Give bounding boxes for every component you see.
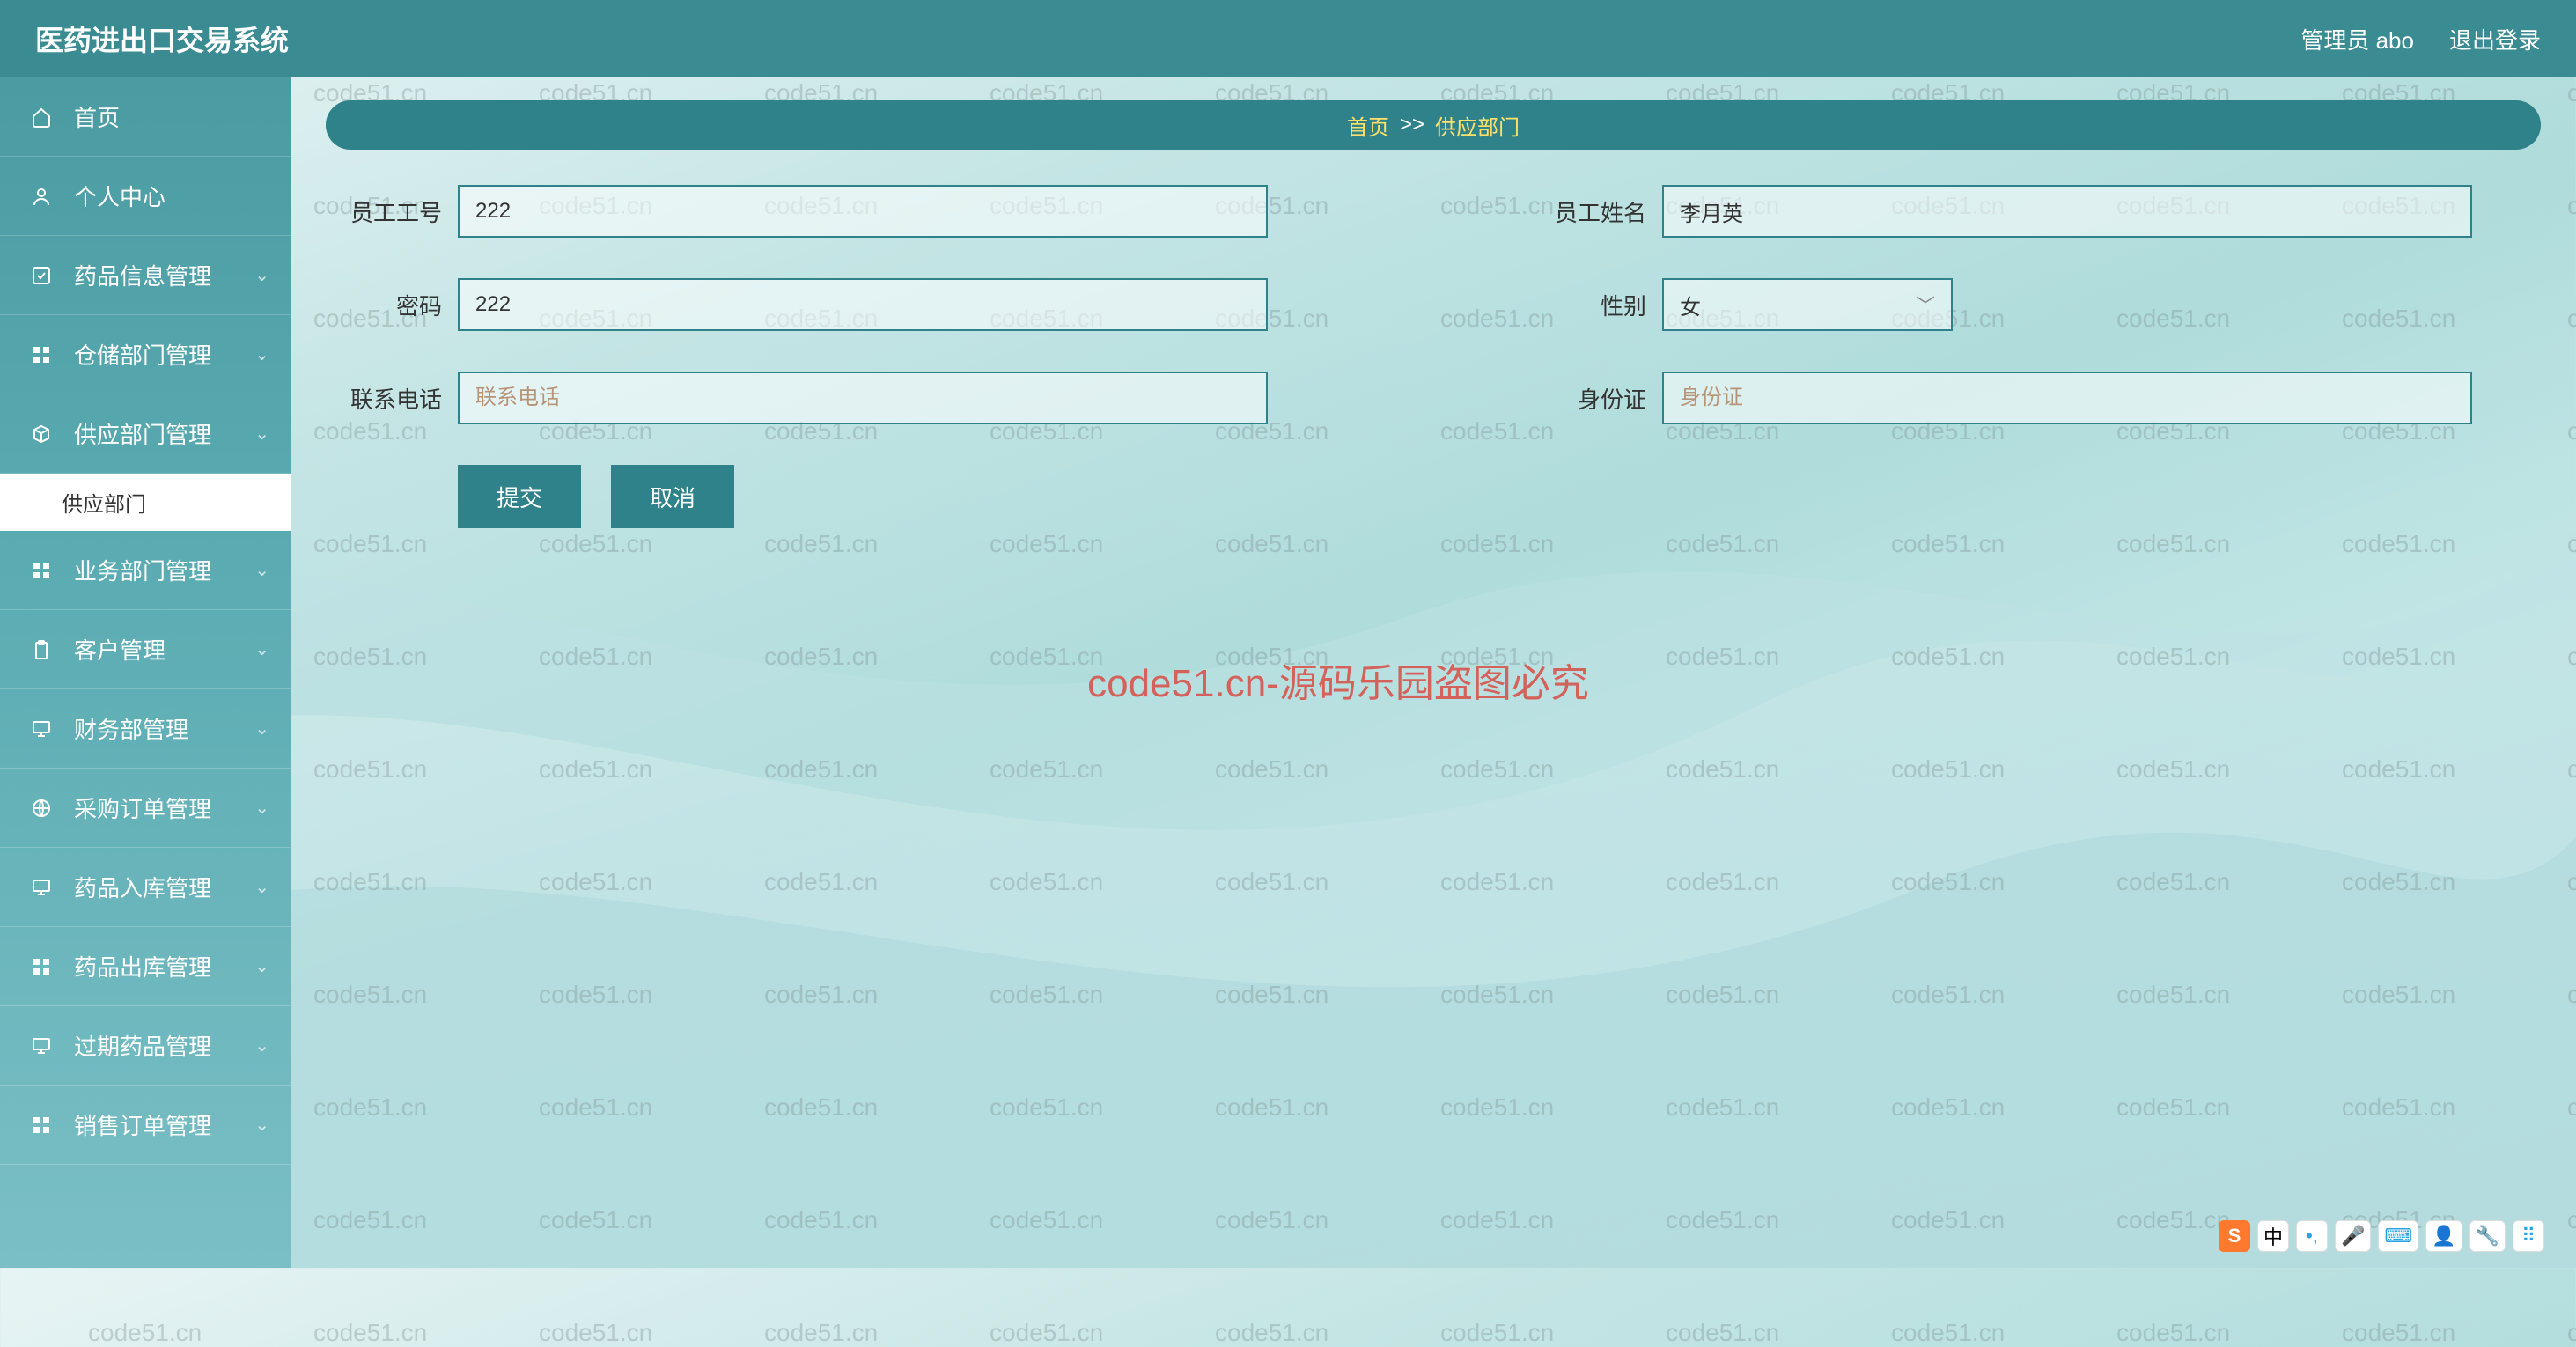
- sidebar-item-11[interactable]: 过期药品管理 ⌄: [0, 1006, 291, 1086]
- breadcrumb: 首页 >> 供应部门: [326, 100, 2541, 150]
- chevron-down-icon: ⌄: [254, 264, 269, 286]
- watermark-text: code51.cn: [1440, 1319, 1554, 1347]
- select-gender[interactable]: 女 ﹀: [1662, 278, 1953, 331]
- monitor-icon: [28, 1033, 55, 1059]
- sidebar-item-3[interactable]: 仓储部门管理 ⌄: [0, 315, 291, 394]
- chevron-down-icon: ⌄: [254, 559, 269, 581]
- chevron-down-icon: ⌄: [254, 955, 269, 977]
- sidebar-item-label: 首页: [74, 100, 120, 133]
- chevron-down-icon: ⌄: [254, 638, 269, 660]
- select-gender-value: 女: [1680, 290, 1701, 320]
- sidebar-item-9[interactable]: 药品入库管理 ⌄: [0, 848, 291, 927]
- sidebar-item-label: 客户管理: [74, 633, 166, 666]
- watermark-text: code51.cn: [539, 1319, 652, 1347]
- ime-menu-icon[interactable]: ⠿: [2513, 1220, 2544, 1252]
- input-phone[interactable]: [458, 372, 1268, 424]
- sidebar-item-label: 采购订单管理: [74, 791, 211, 824]
- watermark-text: code51.cn: [313, 1319, 427, 1347]
- sidebar: 首页个人中心药品信息管理⌄仓储部门管理⌄供应部门管理⌄供应部门业务部门管理⌄客户…: [0, 77, 291, 1268]
- label-employee-id: 员工工号: [326, 195, 458, 228]
- globe-icon: [28, 795, 55, 821]
- sidebar-item-1[interactable]: 个人中心: [0, 157, 291, 236]
- chevron-down-icon: ﹀: [1916, 291, 1935, 319]
- clipboard-icon: [28, 637, 55, 663]
- watermark-text: code51.cn: [2116, 1319, 2230, 1347]
- chevron-down-icon: ⌄: [254, 1114, 269, 1136]
- sidebar-item-label: 销售订单管理: [74, 1108, 211, 1141]
- chevron-down-icon: ⌄: [254, 423, 269, 445]
- box-icon: [28, 421, 55, 447]
- chevron-down-icon: ⌄: [254, 1034, 269, 1056]
- sidebar-item-label: 个人中心: [74, 180, 166, 212]
- header: 医药进出口交易系统 管理员 abo 退出登录: [0, 0, 2576, 77]
- sidebar-item-0[interactable]: 首页: [0, 77, 291, 157]
- logout-link[interactable]: 退出登录: [2449, 23, 2541, 55]
- watermark-text: code51.cn: [764, 1319, 878, 1347]
- breadcrumb-current: 供应部门: [1435, 110, 1520, 141]
- watermark-text: code51.cn: [1891, 1319, 2005, 1347]
- sidebar-item-7[interactable]: 财务部管理 ⌄: [0, 689, 291, 769]
- sidebar-item-12[interactable]: 销售订单管理 ⌄: [0, 1086, 291, 1165]
- sidebar-item-4[interactable]: 供应部门管理 ⌄: [0, 394, 291, 474]
- user-icon: [28, 183, 55, 210]
- input-password[interactable]: [458, 278, 1268, 331]
- sidebar-item-8[interactable]: 采购订单管理 ⌄: [0, 769, 291, 848]
- ime-user-icon[interactable]: 👤: [2425, 1220, 2462, 1252]
- watermark-text: code51.cn: [2342, 1319, 2455, 1347]
- home-icon: [28, 104, 55, 130]
- input-employee-name[interactable]: [1662, 185, 2472, 238]
- chevron-down-icon: ⌄: [254, 876, 269, 898]
- label-password: 密码: [326, 289, 458, 321]
- grid-icon: [28, 1112, 55, 1138]
- submit-button[interactable]: 提交: [458, 465, 581, 528]
- ime-keyboard-icon[interactable]: ⌨: [2378, 1220, 2418, 1252]
- sidebar-item-label: 过期药品管理: [74, 1029, 211, 1062]
- sidebar-item-label: 供应部门管理: [74, 417, 211, 450]
- ime-punct-icon[interactable]: •,: [2296, 1220, 2328, 1252]
- main-content: 首页 >> 供应部门 员工工号 员工姓名 密码 性别 女 ﹀ 联系电话 身份: [291, 77, 2576, 1268]
- sidebar-item-label: 仓储部门管理: [74, 338, 211, 371]
- check-icon: [28, 262, 55, 289]
- grid-icon: [28, 557, 55, 584]
- watermark-text: code51.cn: [990, 1319, 1103, 1347]
- sidebar-item-5[interactable]: 业务部门管理 ⌄: [0, 531, 291, 610]
- label-gender: 性别: [1530, 289, 1662, 321]
- sidebar-subitem-supply-dept[interactable]: 供应部门: [0, 474, 291, 531]
- admin-label[interactable]: 管理员 abo: [2300, 23, 2414, 55]
- ime-tool-icon[interactable]: 🔧: [2469, 1220, 2506, 1252]
- watermark-text: code51.cn: [88, 1319, 202, 1347]
- sidebar-item-label: 药品信息管理: [74, 259, 211, 291]
- chevron-down-icon: ⌄: [254, 797, 269, 819]
- grid-icon: [28, 953, 55, 980]
- ime-mic-icon[interactable]: 🎤: [2335, 1220, 2371, 1252]
- ime-toolbar: S 中 •, 🎤 ⌨ 👤 🔧 ⠿: [2219, 1220, 2544, 1252]
- watermark-text: code51.cn: [1666, 1319, 1779, 1347]
- watermark-text: code51.cn: [2567, 1319, 2576, 1347]
- sidebar-item-label: 财务部管理: [74, 712, 188, 745]
- sidebar-item-label: 药品入库管理: [74, 871, 211, 903]
- sidebar-item-label: 业务部门管理: [74, 554, 211, 586]
- input-employee-id[interactable]: [458, 185, 1268, 238]
- app-title: 医药进出口交易系统: [35, 18, 289, 59]
- breadcrumb-root[interactable]: 首页: [1347, 110, 1389, 141]
- sidebar-item-10[interactable]: 药品出库管理 ⌄: [0, 927, 291, 1006]
- label-phone: 联系电话: [326, 382, 458, 415]
- label-employee-name: 员工姓名: [1530, 195, 1662, 228]
- cancel-button[interactable]: 取消: [611, 465, 734, 528]
- sidebar-item-label: 药品出库管理: [74, 950, 211, 983]
- label-id-card: 身份证: [1530, 382, 1662, 415]
- ime-lang-button[interactable]: 中: [2257, 1220, 2289, 1252]
- sidebar-item-2[interactable]: 药品信息管理 ⌄: [0, 236, 291, 315]
- sidebar-item-6[interactable]: 客户管理 ⌄: [0, 610, 291, 689]
- input-id-card[interactable]: [1662, 372, 2472, 424]
- breadcrumb-separator: >>: [1400, 113, 1424, 137]
- chevron-down-icon: ⌄: [254, 718, 269, 740]
- monitor-icon: [28, 716, 55, 742]
- watermark-text: code51.cn: [1215, 1319, 1328, 1347]
- chevron-down-icon: ⌄: [254, 343, 269, 365]
- form: 员工工号 员工姓名 密码 性别 女 ﹀ 联系电话 身份证: [326, 185, 2541, 424]
- monitor-icon: [28, 874, 55, 901]
- ime-logo-icon[interactable]: S: [2219, 1220, 2250, 1252]
- grid-icon: [28, 342, 55, 368]
